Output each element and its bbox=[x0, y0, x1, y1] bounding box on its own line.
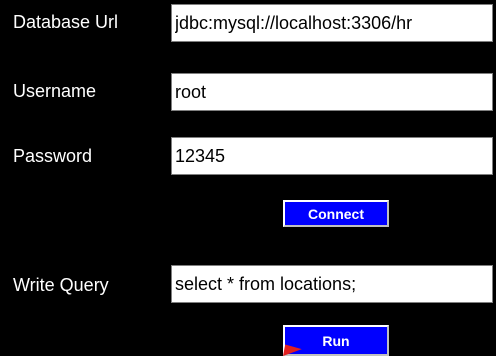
username-label: Username bbox=[13, 81, 97, 101]
db-url-label: Database Url bbox=[13, 12, 119, 32]
query-input[interactable] bbox=[171, 265, 493, 303]
connect-button[interactable]: Connect bbox=[283, 200, 389, 227]
write-query-label: Write Query bbox=[13, 275, 109, 295]
password-input[interactable] bbox=[171, 137, 493, 175]
username-input[interactable] bbox=[171, 73, 493, 111]
password-label: Password bbox=[13, 146, 93, 166]
db-url-input[interactable] bbox=[171, 4, 493, 42]
